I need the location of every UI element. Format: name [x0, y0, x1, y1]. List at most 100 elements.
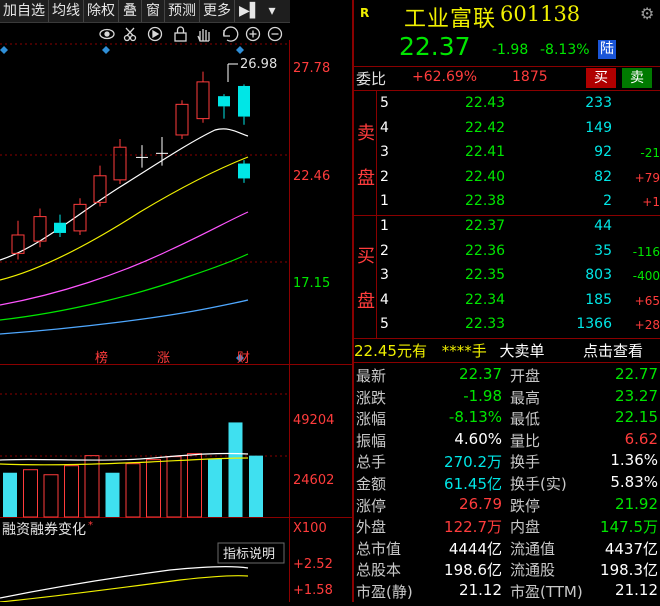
- stats-row: 外盘 122.7万 内盘 147.5万: [354, 515, 660, 536]
- candle[interactable]: [33, 208, 47, 248]
- order-price: 22.43: [465, 95, 506, 111]
- candle[interactable]: [238, 160, 250, 183]
- volume-unit-label: X100: [293, 521, 327, 536]
- volume-bar: [105, 472, 120, 517]
- sell-order-row[interactable]: 3 22.41 92 -21: [354, 142, 660, 163]
- play-arrow-icon[interactable]: ▶▌: [235, 0, 265, 22]
- sell-order-row[interactable]: 1 22.38 2 +1: [354, 191, 660, 212]
- order-level: 4: [380, 119, 389, 136]
- volume-bar: [146, 459, 161, 518]
- sell-button[interactable]: 卖: [622, 68, 652, 88]
- add-watchlist-button[interactable]: 加自选: [0, 0, 49, 22]
- moving-average-button[interactable]: 均线: [49, 0, 84, 22]
- overlay-button[interactable]: 叠: [119, 0, 142, 22]
- indicator-help-button[interactable]: 指标说明: [223, 547, 275, 562]
- order-volume: 185: [585, 291, 612, 308]
- scissors-icon[interactable]: [123, 27, 137, 42]
- candle[interactable]: [54, 214, 66, 238]
- candle[interactable]: [238, 84, 250, 125]
- order-delta: -400: [632, 269, 660, 283]
- order-price: 22.37: [465, 218, 506, 234]
- stat-value: 21.92: [615, 494, 658, 513]
- candlestick-series: [11, 71, 250, 260]
- stats-row: 振幅 4.60% 量比 6.62: [354, 429, 660, 450]
- event-marker-rank[interactable]: 榜: [95, 350, 108, 366]
- candle[interactable]: [156, 136, 168, 166]
- lock-icon[interactable]: [174, 26, 187, 42]
- candle[interactable]: [136, 145, 148, 168]
- volume-bar: [249, 455, 263, 517]
- stat-label: 流通值: [510, 539, 556, 558]
- sell-order-row[interactable]: 5 22.43 233: [354, 93, 660, 114]
- big-order-text: 元有: [396, 342, 427, 360]
- zoom-in-icon[interactable]: [245, 26, 261, 42]
- candle[interactable]: [113, 139, 127, 184]
- candle[interactable]: [11, 220, 25, 260]
- settings-gear-icon[interactable]: ⚙: [640, 4, 654, 23]
- order-delta: -116: [632, 244, 660, 259]
- sell-order-row[interactable]: 2 22.40 82 +79: [354, 167, 660, 188]
- sell-order-row[interactable]: 4 22.42 149: [354, 118, 660, 139]
- ma20-line: [0, 211, 249, 306]
- event-marker-earnings[interactable]: 财: [237, 351, 250, 366]
- kline-chart[interactable]: 26.98 27.78 22.46 17.15 榜 涨 财 49204 2460…: [0, 22, 352, 603]
- undo-icon[interactable]: [223, 26, 239, 42]
- volume-bar: [228, 422, 243, 517]
- chevron-down-icon[interactable]: ▾: [265, 0, 280, 22]
- buy-button[interactable]: 买: [586, 68, 616, 88]
- order-price: 22.40: [465, 168, 506, 185]
- ex-rights-button[interactable]: 除权: [84, 0, 119, 22]
- order-price: 22.34: [465, 291, 506, 308]
- weibi-diff: 1875: [512, 69, 548, 85]
- window-button[interactable]: 窗: [142, 0, 165, 22]
- big-order-kind: 大卖单: [499, 342, 545, 360]
- kline-chart-area[interactable]: 26.98 27.78 22.46 17.15 榜 涨 财 49204 2460…: [0, 22, 352, 603]
- quote-panel: R 工业富联 601138 ⚙ 22.37 -1.98 -8.13% 陆 委比 …: [354, 0, 660, 602]
- stat-label: 涨跌: [356, 388, 387, 407]
- volume-bar: [84, 455, 100, 518]
- candle[interactable]: [218, 94, 230, 119]
- hand-icon[interactable]: [197, 29, 210, 42]
- indicator-tick-high: +2.52: [293, 557, 333, 572]
- volume-bar: [43, 474, 59, 518]
- event-marker-limit-up[interactable]: 涨: [157, 351, 170, 366]
- candle[interactable]: [175, 100, 189, 140]
- zoom-out-icon[interactable]: [267, 26, 283, 42]
- volume-bar: [64, 465, 79, 518]
- chart-toolbar: 加自选 均线 除权 叠 窗 预测 更多 ▶▌ ▾: [0, 0, 290, 23]
- order-delta: +79: [634, 170, 660, 185]
- ma30-line: [0, 253, 249, 321]
- buy-order-row[interactable]: 5 22.33 1366 +28: [354, 314, 660, 335]
- order-level: 3: [380, 144, 389, 160]
- big-order-bar[interactable]: 22.45元有 ****手 大卖单 点击查看: [354, 340, 660, 362]
- stat-label: 总股本: [356, 561, 402, 580]
- candle[interactable]: [196, 71, 210, 123]
- indicator-title[interactable]: 融资融券变化: [2, 522, 86, 538]
- volume-bar: [3, 472, 17, 517]
- stat-value: 22.37: [459, 365, 502, 383]
- big-order-view-link[interactable]: 点击查看: [583, 340, 643, 361]
- forecast-button[interactable]: 预测: [165, 0, 200, 22]
- stat-label: 跌停: [510, 496, 541, 515]
- stat-label: 最新: [356, 367, 387, 385]
- order-volume: 82: [594, 168, 612, 185]
- buy-order-row[interactable]: 4 22.34 185 +65: [354, 290, 660, 311]
- stock-code: 601138: [500, 2, 581, 26]
- order-delta: +1: [642, 195, 660, 209]
- stat-label: 涨幅: [356, 410, 387, 429]
- more-button[interactable]: 更多: [200, 0, 235, 22]
- buy-order-row[interactable]: 3 22.35 803 -400: [354, 265, 660, 286]
- order-level: 3: [380, 267, 389, 283]
- buy-order-row[interactable]: 1 22.37 44: [354, 216, 660, 237]
- eye-icon[interactable]: [99, 28, 115, 40]
- stat-label: 总市值: [356, 539, 402, 558]
- header-separator: [354, 66, 660, 67]
- play-circle-icon[interactable]: [147, 26, 163, 42]
- order-price: 22.38: [465, 193, 506, 209]
- order-level: 5: [380, 95, 389, 111]
- order-level: 2: [380, 168, 389, 185]
- buy-order-row[interactable]: 2 22.36 35 -116: [354, 241, 660, 262]
- stat-value: 1.36%: [610, 451, 658, 470]
- stat-value: 270.2万: [444, 453, 502, 472]
- stats-row: 最新 22.37 开盘 22.77: [354, 364, 660, 385]
